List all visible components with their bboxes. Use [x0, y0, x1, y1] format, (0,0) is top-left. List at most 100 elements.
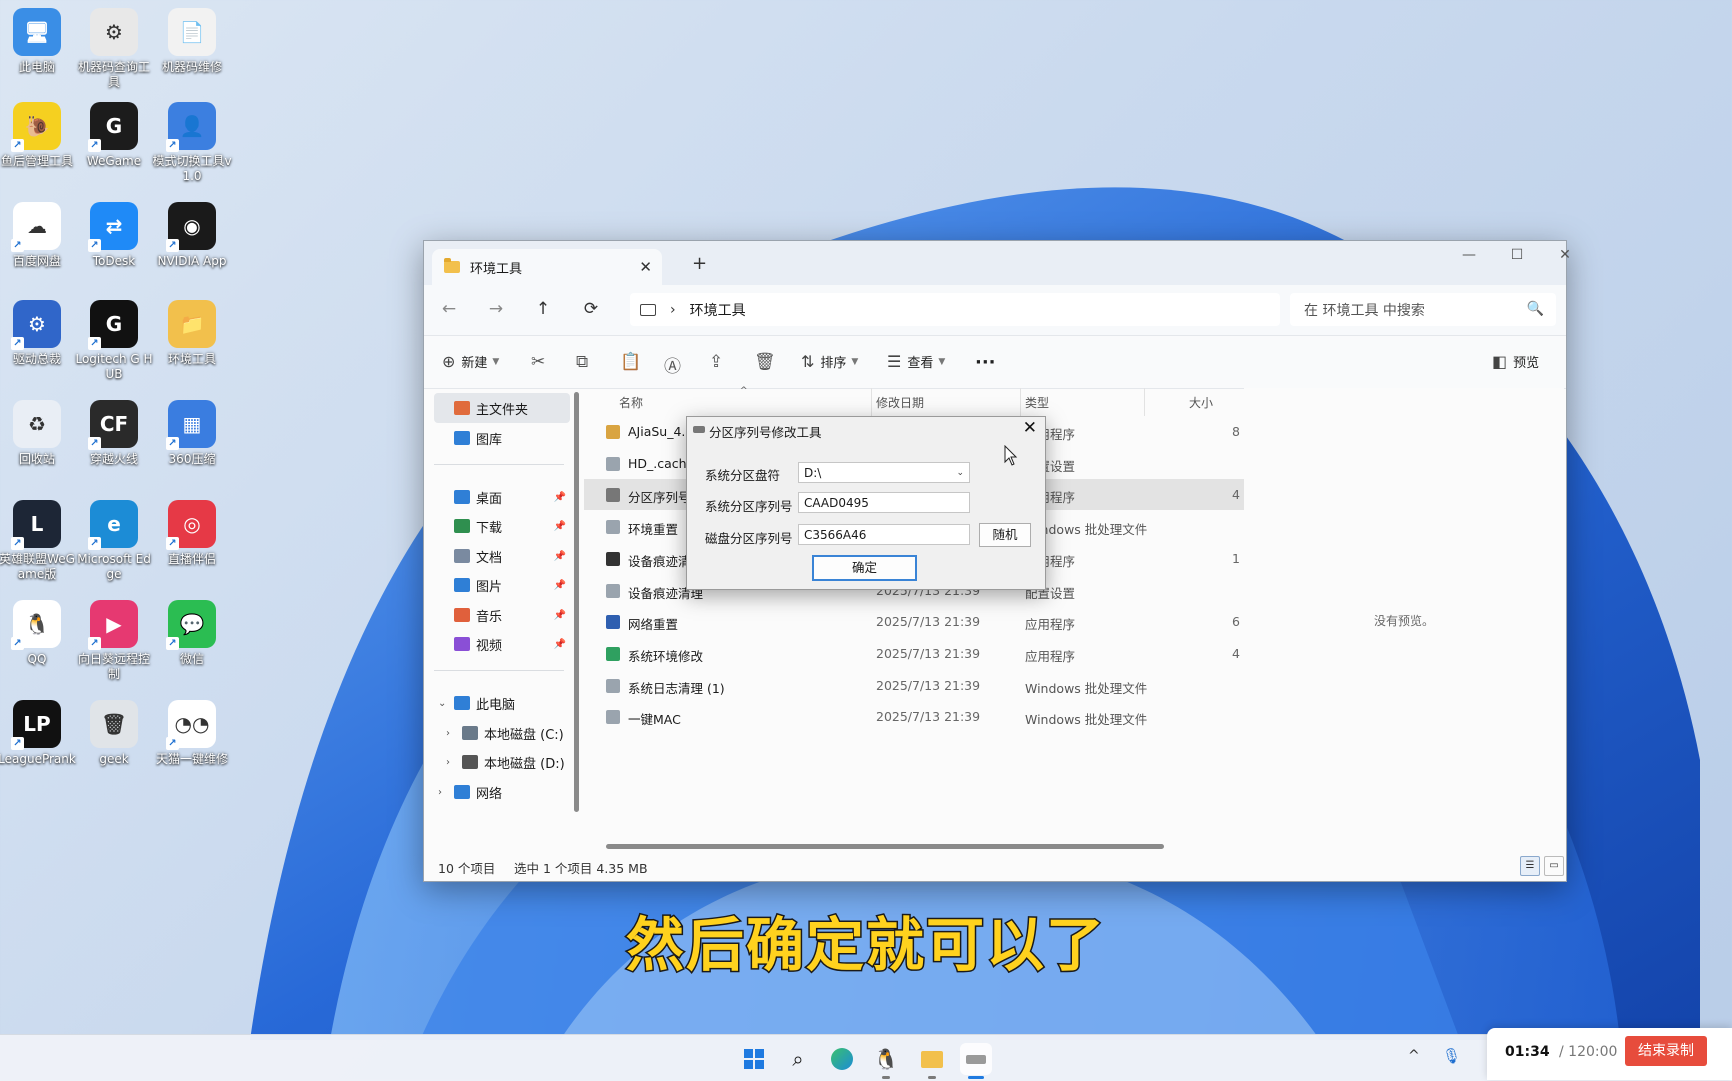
- desktop-icon[interactable]: ◎ ↗ 直播伴侣: [152, 500, 232, 567]
- desktop-icon[interactable]: ⚙ 机器码查询工具: [74, 8, 154, 90]
- file-explorer-icon[interactable]: [916, 1043, 948, 1079]
- sidebar-item[interactable]: 主文件夹: [434, 393, 570, 423]
- share-icon[interactable]: ⇪: [709, 352, 723, 372]
- sidebar-item[interactable]: 图库: [434, 423, 570, 453]
- desktop-icon[interactable]: ♻ 回收站: [0, 400, 77, 467]
- desktop-icon[interactable]: 👤 ↗ 模式切换工具v1.0: [152, 102, 232, 184]
- tiles-view-icon[interactable]: ▭: [1544, 856, 1564, 876]
- desktop-icon[interactable]: L ↗ 英雄联盟WeGame版: [0, 500, 77, 582]
- column-divider[interactable]: [871, 388, 872, 416]
- rename-icon[interactable]: Ⓐ: [664, 352, 681, 377]
- column-header-type[interactable]: 类型: [1025, 394, 1049, 411]
- copy-icon[interactable]: ⧉: [576, 352, 588, 372]
- paste-icon[interactable]: 📋: [620, 352, 641, 372]
- sidebar-item[interactable]: 图片 📌: [434, 570, 570, 600]
- delete-icon[interactable]: 🗑: [754, 352, 776, 372]
- sidebar-item[interactable]: 文档 📌: [434, 541, 570, 571]
- new-button[interactable]: ⊕ 新建 ▼: [442, 352, 499, 371]
- chevron-right-icon[interactable]: ›: [446, 757, 450, 768]
- refresh-button[interactable]: ⟳: [579, 299, 603, 319]
- desktop-icon[interactable]: ◔◔ ↗ 天猫一键维修: [152, 700, 232, 767]
- cut-icon[interactable]: ✂: [531, 352, 545, 372]
- desktop-icon[interactable]: 🗑 geek: [74, 700, 154, 767]
- desktop-icon[interactable]: CF ↗ 穿越火线: [74, 400, 154, 467]
- sidebar-item[interactable]: ⌄ 此电脑: [434, 688, 570, 718]
- forward-button[interactable]: →: [484, 299, 508, 319]
- sidebar-item[interactable]: 视频 📌: [434, 629, 570, 659]
- desktop-icon[interactable]: ☁ ↗ 百度网盘: [0, 202, 77, 269]
- desktop-icon[interactable]: ⇄ ↗ ToDesk: [74, 202, 154, 269]
- chevron-right-icon[interactable]: ›: [446, 728, 450, 739]
- stop-recording-button[interactable]: 结束录制: [1625, 1036, 1707, 1066]
- tab-close-icon[interactable]: ✕: [639, 258, 652, 276]
- drive-letter-select[interactable]: D:\ ⌄: [798, 462, 970, 483]
- partition-tool-taskbar-icon[interactable]: [960, 1043, 992, 1079]
- up-button[interactable]: ↑: [531, 299, 555, 319]
- back-button[interactable]: ←: [437, 299, 461, 319]
- new-tab-button[interactable]: +: [692, 253, 707, 274]
- sidebar-item[interactable]: 音乐 📌: [434, 600, 570, 630]
- desktop-icon[interactable]: G ↗ Logitech G HUB: [74, 300, 154, 382]
- shortcut-arrow-icon: ↗: [166, 239, 179, 252]
- desktop-icon[interactable]: 🐧 ↗ QQ: [0, 600, 77, 667]
- navigation-scrollbar[interactable]: [574, 388, 580, 822]
- desktop-icon[interactable]: 🐌 ↗ 鱼后管理工具: [0, 102, 77, 169]
- desktop-icon[interactable]: 💬 ↗ 微信: [152, 600, 232, 667]
- random-button[interactable]: 随机: [979, 523, 1031, 547]
- tab-env-tools[interactable]: 环境工具 ✕: [432, 249, 662, 285]
- app-icon: ♻: [13, 400, 61, 448]
- disk-serial-field[interactable]: C3566A46: [798, 524, 970, 545]
- desktop-icon[interactable]: ⚙ ↗ 驱动总裁: [0, 300, 77, 367]
- breadcrumb-current[interactable]: 环境工具: [690, 300, 746, 320]
- sidebar-item-label: 此电脑: [476, 697, 516, 713]
- tray-chevron-icon[interactable]: ^: [1408, 1048, 1420, 1064]
- preview-pane-button[interactable]: ◧ 预览: [1492, 352, 1539, 371]
- desktop-icon[interactable]: ▦ ↗ 360压缩: [152, 400, 232, 467]
- minimize-button[interactable]: —: [1446, 247, 1492, 263]
- column-header-date[interactable]: 修改日期: [876, 394, 924, 411]
- details-view-icon[interactable]: ☰: [1520, 856, 1540, 876]
- sidebar-item[interactable]: › 网络: [434, 777, 570, 807]
- file-row[interactable]: 系统日志清理 (1) 2025/7/13 21:39 Windows 批处理文件: [584, 670, 1244, 701]
- chevron-down-icon[interactable]: ⌄: [438, 698, 446, 709]
- maximize-button[interactable]: ☐: [1494, 247, 1540, 263]
- file-list-scrollbar[interactable]: [606, 844, 1164, 849]
- sidebar-item[interactable]: › 本地磁盘 (D:): [434, 747, 570, 777]
- address-bar[interactable]: › 环境工具: [630, 293, 1280, 326]
- column-divider[interactable]: [1144, 388, 1145, 416]
- file-size: 8: [1232, 424, 1240, 439]
- column-header-name[interactable]: 名称: [619, 394, 643, 411]
- edge-icon[interactable]: [826, 1043, 858, 1075]
- sidebar-item[interactable]: 桌面 📌: [434, 482, 570, 512]
- sort-button[interactable]: ⇅ 排序 ▼: [801, 352, 858, 371]
- file-row[interactable]: 系统环境修改 2025/7/13 21:39 应用程序 4: [584, 638, 1244, 669]
- sidebar-item-label: 本地磁盘 (D:): [484, 756, 565, 772]
- sidebar-item[interactable]: › 本地磁盘 (C:): [434, 718, 570, 748]
- ok-button[interactable]: 确定: [812, 555, 917, 581]
- microphone-icon[interactable]: 🎙: [1442, 1047, 1461, 1065]
- desktop-icon[interactable]: e ↗ Microsoft Edge: [74, 500, 154, 582]
- desktop-icon[interactable]: ◉ ↗ NVIDIA App: [152, 202, 232, 269]
- desktop-icon[interactable]: ▶ ↗ 向日葵远程控制: [74, 600, 154, 682]
- chevron-right-icon[interactable]: ›: [438, 787, 442, 798]
- column-divider[interactable]: [1020, 388, 1021, 416]
- qq-icon[interactable]: 🐧: [870, 1043, 902, 1079]
- dialog-close-button[interactable]: ✕: [1023, 418, 1037, 438]
- desktop-icon[interactable]: LP ↗ LeaguePrank: [0, 700, 77, 767]
- start-icon[interactable]: [738, 1043, 770, 1075]
- close-window-button[interactable]: ✕: [1542, 247, 1588, 263]
- desktop-icon[interactable]: 📄 机器码维修: [152, 8, 232, 75]
- shortcut-arrow-icon: ↗: [11, 239, 24, 252]
- desktop-icon[interactable]: 📁 环境工具: [152, 300, 232, 367]
- search-box[interactable]: 在 环境工具 中搜索 🔍: [1290, 293, 1556, 326]
- view-button[interactable]: ☰ 查看 ▼: [887, 352, 945, 371]
- column-header-size[interactable]: 大小: [1189, 394, 1213, 411]
- sidebar-item[interactable]: 下载 📌: [434, 511, 570, 541]
- file-row[interactable]: 一键MAC 2025/7/13 21:39 Windows 批处理文件: [584, 701, 1244, 732]
- file-row[interactable]: 网络重置 2025/7/13 21:39 应用程序 6: [584, 606, 1244, 637]
- more-options-button[interactable]: ···: [975, 352, 996, 373]
- desktop-icon[interactable]: G ↗ WeGame: [74, 102, 154, 169]
- search-icon[interactable]: ⌕: [782, 1043, 814, 1075]
- system-serial-field[interactable]: CAAD0495: [798, 492, 970, 513]
- desktop-icon[interactable]: 🖥 此电脑: [0, 8, 77, 75]
